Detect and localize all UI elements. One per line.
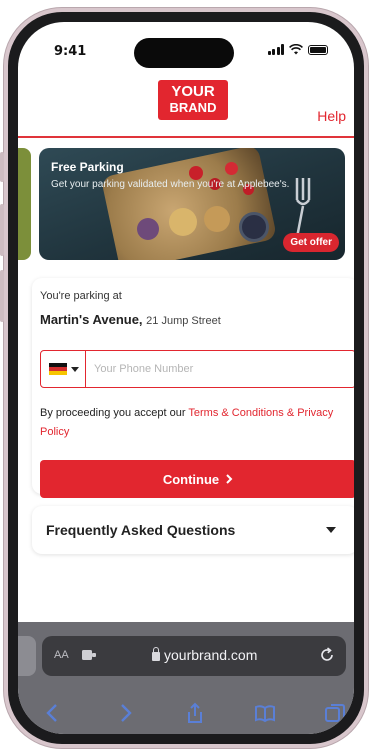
dynamic-island	[134, 38, 234, 68]
status-time: 9:41	[54, 44, 87, 59]
browser-bottom-bar: AA yourbrand.com	[18, 622, 354, 734]
text-size-button[interactable]: AA	[54, 649, 69, 661]
offer-card-previous[interactable]	[18, 148, 31, 260]
status-icons	[267, 44, 328, 55]
parking-panel: You're parking at Martin's Avenue, 21 Ju…	[32, 278, 354, 498]
chevron-right-icon	[226, 474, 233, 484]
offer-title: Free Parking	[51, 160, 124, 174]
status-bar: 9:41	[18, 22, 354, 74]
consent-prefix: By proceeding you accept our	[40, 407, 189, 419]
offer-card-free-parking[interactable]: Free Parking Get your parking validated …	[39, 148, 345, 260]
app-header: YOUR BRAND Help	[18, 74, 354, 138]
url-text: yourbrand.com	[164, 647, 258, 663]
chevron-down-icon	[71, 366, 79, 372]
phone-side-button	[0, 152, 4, 182]
brand-logo-line1: YOUR	[171, 83, 215, 100]
back-icon[interactable]	[42, 702, 64, 724]
brand-logo[interactable]: YOUR BRAND	[158, 80, 228, 120]
extensions-icon[interactable]	[82, 649, 96, 661]
tabs-icon[interactable]	[324, 702, 346, 724]
brand-logo-line2: BRAND	[169, 100, 217, 115]
get-offer-button[interactable]: Get offer	[283, 233, 339, 252]
phone-number-input[interactable]	[86, 351, 354, 387]
volume-down-button	[0, 270, 4, 322]
continue-label: Continue	[162, 471, 220, 487]
location-address: 21 Jump Street	[146, 315, 221, 327]
offer-description: Get your parking validated when you're a…	[51, 179, 290, 190]
battery-icon	[308, 45, 328, 55]
address-bar[interactable]: AA yourbrand.com	[42, 636, 346, 676]
continue-button[interactable]: Continue	[40, 460, 354, 498]
bookmarks-icon[interactable]	[254, 702, 276, 724]
germany-flag-icon	[49, 363, 67, 375]
parking-label: You're parking at	[40, 290, 122, 302]
help-link[interactable]: Help	[317, 108, 346, 124]
wifi-icon	[289, 44, 303, 55]
chevron-down-icon	[326, 527, 336, 533]
cellular-signal-icon	[267, 44, 284, 55]
phone-frame: 9:41 YOUR BRAND Help Free Parking Get yo…	[0, 8, 368, 748]
phone-number-field	[40, 350, 354, 388]
faq-accordion[interactable]: Frequently Asked Questions	[32, 506, 354, 554]
volume-up-button	[0, 204, 4, 256]
offers-carousel[interactable]: Free Parking Get your parking validated …	[18, 138, 354, 270]
terms-consent-text: By proceeding you accept our Terms & Con…	[40, 404, 352, 442]
lock-icon	[152, 647, 160, 661]
faq-title: Frequently Asked Questions	[46, 522, 236, 538]
browser-toolbar	[18, 694, 354, 734]
parking-location: Martin's Avenue, 21 Jump Street	[40, 312, 221, 327]
country-code-select[interactable]	[41, 351, 86, 387]
forward-icon[interactable]	[114, 702, 136, 724]
location-name: Martin's Avenue,	[40, 312, 143, 327]
reload-icon[interactable]	[318, 646, 336, 664]
url-display[interactable]: yourbrand.com	[152, 647, 257, 663]
share-icon[interactable]	[184, 702, 206, 724]
previous-tab-preview[interactable]	[18, 636, 36, 676]
food-platter-image	[100, 148, 278, 260]
phone-screen: 9:41 YOUR BRAND Help Free Parking Get yo…	[18, 22, 354, 734]
